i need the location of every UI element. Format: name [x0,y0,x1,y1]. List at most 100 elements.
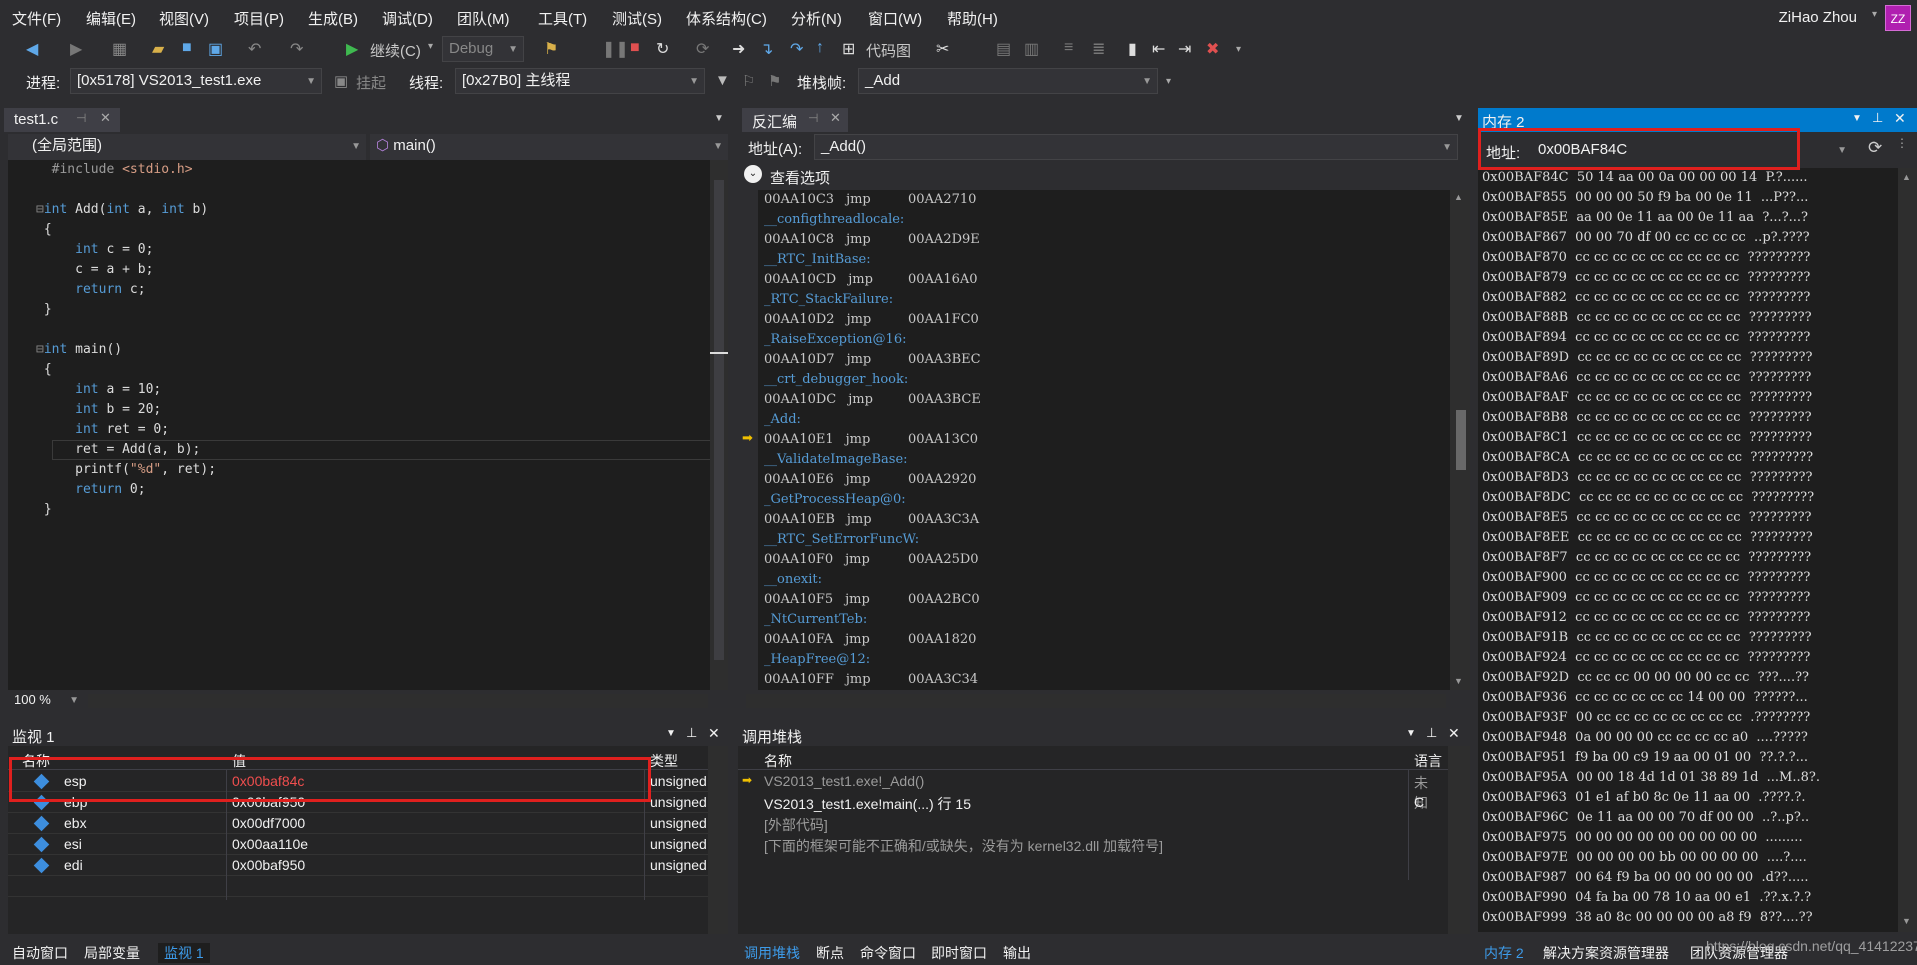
memory-row[interactable]: 0x00BAF89D cc cc cc cc cc cc cc cc cc ??… [1482,348,1820,368]
close-icon[interactable]: ✕ [1448,725,1460,742]
tab-memory2[interactable]: 内存 2 [1484,943,1524,963]
save-all-icon[interactable]: ▣ [208,39,223,59]
memory-row[interactable]: 0x00BAF900 cc cc cc cc cc cc cc cc cc ??… [1482,568,1820,588]
memory-row[interactable]: 0x00BAF924 cc cc cc cc cc cc cc cc cc ??… [1482,648,1820,668]
menu-team[interactable]: 团队(M) [457,8,510,29]
memory-row[interactable]: 0x00BAF8EE cc cc cc cc cc cc cc cc cc ??… [1482,528,1820,548]
col-name[interactable]: 名称 [764,751,792,771]
watch-value[interactable]: 0x00baf950 [232,794,305,810]
close-icon[interactable]: ✕ [100,110,111,126]
disasm-symbol-line[interactable]: __onexit: [764,570,822,590]
memory-row[interactable]: 0x00BAF97E 00 00 00 00 bb 00 00 00 00 ..… [1482,848,1820,868]
back-icon[interactable]: ◀ [26,39,38,59]
tab-solution-explorer[interactable]: 解决方案资源管理器 [1543,943,1669,963]
uncomment-icon[interactable]: ▥ [1024,39,1039,59]
callstack-row[interactable]: [下面的框架可能不正确和/或缺失，没有为 kernel32.dll 加载符号] [738,834,1428,855]
disasm-instruction-line[interactable]: 00AA10EB jmp 00AA3C3A [764,510,979,530]
stackframe-select[interactable]: _Add ▼ [858,68,1158,94]
next-bookmark-icon[interactable]: ⇥ [1178,39,1191,59]
memory-row[interactable]: 0x00BAF96C 0e 11 aa 00 00 70 df 00 00 ..… [1482,808,1820,828]
open-icon[interactable]: ▰ [152,39,164,59]
view-options-bar[interactable]: ⌄ 查看选项 [738,162,1470,188]
attach-icon[interactable]: ⚑ [544,39,558,59]
disasm-instruction-line[interactable]: 00AA10CD jmp 00AA16A0 [764,270,978,290]
window-menu-icon[interactable]: ▼ [666,728,676,739]
zoom-select[interactable]: 100 % ▼ [8,690,84,712]
menu-debug[interactable]: 调试(D) [382,8,433,29]
watch-row[interactable]: ebp 0x00baf950 unsigned [8,792,708,813]
memory-row[interactable]: 0x00BAF8C1 cc cc cc cc cc cc cc cc cc ??… [1482,428,1820,448]
restart-icon[interactable]: ↻ [656,39,669,59]
options-icon[interactable]: ⋮ [1896,136,1908,150]
pin-icon[interactable]: ⊥ [686,725,697,741]
memory-row[interactable]: 0x00BAF84C 50 14 aa 00 0a 00 00 00 14 P.… [1482,168,1820,188]
disasm-instruction-line[interactable]: 00AA10C8 jmp 00AA2D9E [764,230,980,250]
pin-icon[interactable]: ⊣ [808,111,818,125]
memory-row[interactable]: 0x00BAF882 cc cc cc cc cc cc cc cc cc ??… [1482,288,1820,308]
process-select[interactable]: [0x5178] VS2013_test1.exe ▼ [70,68,322,94]
callstack-row[interactable]: VS2013_test1.exe!main(...) 行 15 C [738,792,1428,813]
disasm-instruction-line[interactable]: 00AA10D7 jmp 00AA3BEC [764,350,981,370]
memory-row[interactable]: 0x00BAF951 f9 ba 00 c9 19 aa 00 01 00 ??… [1482,748,1820,768]
prev-bookmark-icon[interactable]: ⇤ [1152,39,1165,59]
col-type[interactable]: 类型 [650,751,678,771]
tab-disassembly[interactable]: 反汇编 ⊣ ✕ [742,108,848,132]
tab-command-window[interactable]: 命令窗口 [860,943,916,963]
memory-row[interactable]: 0x00BAF88B cc cc cc cc cc cc cc cc cc ??… [1482,308,1820,328]
user-name[interactable]: ZiHao Zhou [1779,9,1857,26]
memory-row[interactable]: 0x00BAF912 cc cc cc cc cc cc cc cc cc ??… [1482,608,1820,628]
comment-icon[interactable]: ▤ [996,39,1011,59]
watch-row[interactable]: edi 0x00baf950 unsigned [8,855,708,876]
memory-row[interactable]: 0x00BAF91B cc cc cc cc cc cc cc cc cc ??… [1482,628,1820,648]
memory-row[interactable]: 0x00BAF999 38 a0 8c 00 00 00 00 a8 f9 8?… [1482,908,1820,928]
avatar[interactable]: ZZ [1885,5,1911,31]
scroll-down-icon[interactable]: ▼ [1454,676,1463,686]
continue-button[interactable]: 继续(C) [370,40,421,61]
tab-test1c[interactable]: test1.c ⊣ ✕ [4,108,120,132]
menu-project[interactable]: 项目(P) [234,8,284,29]
disasm-instruction-line[interactable]: 00AA10E1 jmp 00AA13C0 [764,430,978,450]
disasm-symbol-line[interactable]: _GetProcessHeap@0: [764,490,906,510]
disasm-symbol-line[interactable]: __RTC_SetErrorFuncW: [764,530,919,550]
auto-refresh-icon[interactable]: ⟳ [1868,138,1882,158]
memory-address-input[interactable]: 0x00BAF84C ▼ [1532,138,1852,164]
menu-edit[interactable]: 编辑(E) [86,8,136,29]
pause-icon[interactable]: ❚❚ [602,39,629,59]
menu-window[interactable]: 窗口(W) [868,8,922,29]
menu-analyze[interactable]: 分析(N) [791,8,842,29]
show-next-statement-icon[interactable]: ➜ [732,39,745,59]
memory-row[interactable]: 0x00BAF987 00 64 f9 ba 00 00 00 00 00 .d… [1482,868,1820,888]
disasm-vscrollbar[interactable]: ▲ ▼ [1450,190,1470,690]
close-icon[interactable]: ✕ [708,725,720,742]
flag-all-icon[interactable]: ⚑ [768,72,781,90]
tab-watch1[interactable]: 监视 1 [158,943,210,963]
disasm-symbol-line[interactable]: __ValidateImageBase: [764,450,908,470]
scroll-up-icon[interactable]: ▲ [1454,192,1463,202]
memory-row[interactable]: 0x00BAF8E5 cc cc cc cc cc cc cc cc cc ??… [1482,508,1820,528]
watch-value[interactable]: 0x00baf950 [232,857,305,873]
editor-vscrollbar[interactable] [710,160,728,690]
memory-view[interactable]: 0x00BAF84C 50 14 aa 00 0a 00 00 00 14 P.… [1478,168,1917,932]
watch-row[interactable]: esp 0x00baf84c unsigned [8,771,708,792]
watch-value[interactable]: 0x00aa110e [232,836,308,852]
flag-thread-icon[interactable]: ⚐ [742,72,755,90]
memory-row[interactable]: 0x00BAF990 04 fa ba 00 78 10 aa 00 e1 .?… [1482,888,1820,908]
memory-row[interactable]: 0x00BAF93F 00 cc cc cc cc cc cc cc cc .?… [1482,708,1820,728]
callstack-row[interactable]: [外部代码] [738,813,1428,834]
memory-row[interactable]: 0x00BAF870 cc cc cc cc cc cc cc cc cc ??… [1482,248,1820,268]
tab-output[interactable]: 输出 [1003,943,1031,963]
watch-add-row[interactable] [8,876,708,897]
hot-reload-icon[interactable]: ⟳ [696,39,709,59]
undo-icon[interactable]: ↶ [248,39,261,59]
memory-row[interactable]: 0x00BAF909 cc cc cc cc cc cc cc cc cc ??… [1482,588,1820,608]
menu-build[interactable]: 生成(B) [308,8,358,29]
code-editor[interactable]: #include <stdio.h> ⊟int Add(int a, int b… [8,160,728,690]
memory-row[interactable]: 0x00BAF8F7 cc cc cc cc cc cc cc cc cc ??… [1482,548,1820,568]
menu-test[interactable]: 测试(S) [612,8,662,29]
indent-icon[interactable]: ≣ [1092,39,1105,59]
disasm-instruction-line[interactable]: 00AA10FF jmp 00AA3C34 [764,670,978,690]
memory-vscrollbar[interactable]: ▲ ▼ [1898,168,1917,932]
user-dropdown-icon[interactable]: ▾ [1872,9,1877,20]
stop-icon[interactable]: ■ [630,39,640,57]
col-value[interactable]: 值 [232,751,246,771]
